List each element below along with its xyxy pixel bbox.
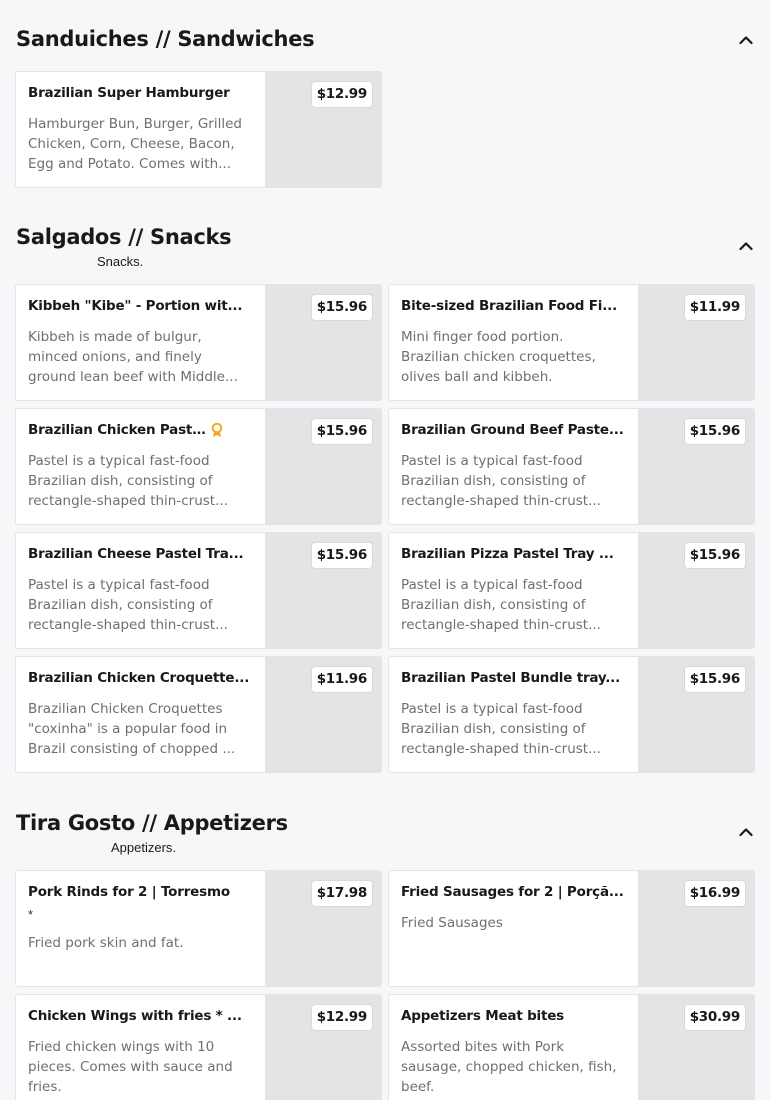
- item-name: Brazilian Pizza Pastel Tray ...: [401, 546, 614, 562]
- chevron-up-icon: [739, 242, 753, 251]
- section-title-sandwiches: Sanduiches // Sandwiches: [16, 27, 315, 51]
- item-description: Fried pork skin and fat.: [28, 935, 184, 951]
- item-name: Fried Sausages for 2 | Porçã...: [401, 884, 624, 900]
- item-price: $16.99: [683, 880, 746, 907]
- item-price: $15.96: [310, 418, 373, 445]
- section-subtitle-appetizers: Appetizers.: [111, 840, 177, 855]
- section-title-snacks: Salgados // Snacks: [16, 225, 232, 249]
- chevron-up-icon: [739, 828, 753, 837]
- item-description: Fried chicken wings with 10 pieces. Come…: [28, 1039, 233, 1095]
- item-price: $12.99: [310, 81, 373, 108]
- collapse-sandwiches-button[interactable]: [736, 30, 756, 50]
- item-price: $15.96: [683, 666, 746, 693]
- item-name: Chicken Wings with fries * ...: [28, 1008, 242, 1024]
- item-description: Fried Sausages: [401, 915, 503, 931]
- chevron-up-icon: [739, 36, 753, 45]
- collapse-snacks-button[interactable]: [736, 236, 756, 256]
- item-description: Pastel is a typical fast-food Brazilian …: [401, 701, 601, 757]
- item-description: Pastel is a typical fast-food Brazilian …: [28, 577, 228, 633]
- item-name: Brazilian Super Hamburger: [28, 85, 230, 101]
- item-price: $12.99: [310, 1004, 373, 1031]
- item-name: Brazilian Pastel Bundle tray...: [401, 670, 621, 686]
- menu-item-card[interactable]: Kibbeh "Kibe" - Portion wit... Kibbeh is…: [15, 284, 382, 401]
- menu-item-card[interactable]: Brazilian Pizza Pastel Tray ... Pastel i…: [388, 532, 755, 649]
- item-name: Brazilian Chicken Croquette...: [28, 670, 250, 686]
- item-name: Appetizers Meat bites: [401, 1008, 565, 1024]
- item-description: Mini finger food portion. Brazilian chic…: [401, 329, 596, 385]
- collapse-appetizers-button[interactable]: [736, 822, 756, 842]
- menu-item-card[interactable]: Fried Sausages for 2 | Porçã... Fried Sa…: [388, 870, 755, 987]
- menu-item-card[interactable]: Chicken Wings with fries * ... Fried chi…: [15, 994, 382, 1100]
- item-name: Bite-sized Brazilian Food Fi...: [401, 298, 618, 314]
- menu-item-card[interactable]: Appetizers Meat bites Assorted bites wit…: [388, 994, 755, 1100]
- menu-item-card[interactable]: Bite-sized Brazilian Food Fi... Mini fin…: [388, 284, 755, 401]
- menu-item-card[interactable]: Brazilian Pastel Bundle tray... Pastel i…: [388, 656, 755, 773]
- menu-item-card[interactable]: Brazilian Ground Beef Paste... Pastel is…: [388, 408, 755, 525]
- item-name: Brazilian Cheese Pastel Tra...: [28, 546, 244, 562]
- item-note: *: [28, 907, 34, 922]
- item-description: Kibbeh is made of bulgur, minced onions,…: [28, 329, 238, 385]
- item-price: $30.99: [683, 1004, 746, 1031]
- item-description: Brazilian Chicken Croquettes "coxinha" i…: [28, 701, 236, 757]
- item-price: $15.96: [310, 542, 373, 569]
- item-price: $11.96: [310, 666, 373, 693]
- item-description: Assorted bites with Pork sausage, choppe…: [401, 1039, 617, 1095]
- item-price: $11.99: [683, 294, 746, 321]
- item-price: $17.98: [310, 880, 373, 907]
- item-name: Brazilian Ground Beef Paste...: [401, 422, 624, 438]
- item-description: Pastel is a typical fast-food Brazilian …: [401, 577, 601, 633]
- menu-item-card[interactable]: Brazilian Chicken Pastel ... Pastel is a…: [15, 408, 382, 525]
- item-description: Pastel is a typical fast-food Brazilian …: [28, 453, 228, 509]
- menu-item-card[interactable]: Brazilian Chicken Croquette... Brazilian…: [15, 656, 382, 773]
- item-price: $15.96: [683, 418, 746, 445]
- item-description: Pastel is a typical fast-food Brazilian …: [401, 453, 601, 509]
- item-price: $15.96: [310, 294, 373, 321]
- item-name: Pork Rinds for 2 | Torresmo: [28, 884, 230, 900]
- item-price: $15.96: [683, 542, 746, 569]
- award-icon: [211, 422, 223, 437]
- item-description: Hamburger Bun, Burger, Grilled Chicken, …: [28, 116, 242, 172]
- section-subtitle-snacks: Snacks.: [97, 254, 144, 269]
- menu-item-card[interactable]: Brazilian Super Hamburger Hamburger Bun,…: [15, 71, 382, 188]
- menu-item-card[interactable]: Pork Rinds for 2 | Torresmo * Fried pork…: [15, 870, 382, 987]
- item-name: Kibbeh "Kibe" - Portion wit...: [28, 298, 243, 314]
- item-name: Brazilian Chicken Pastel ...: [28, 422, 212, 438]
- section-title-appetizers: Tira Gosto // Appetizers: [16, 811, 288, 835]
- menu-item-card[interactable]: Brazilian Cheese Pastel Tra... Pastel is…: [15, 532, 382, 649]
